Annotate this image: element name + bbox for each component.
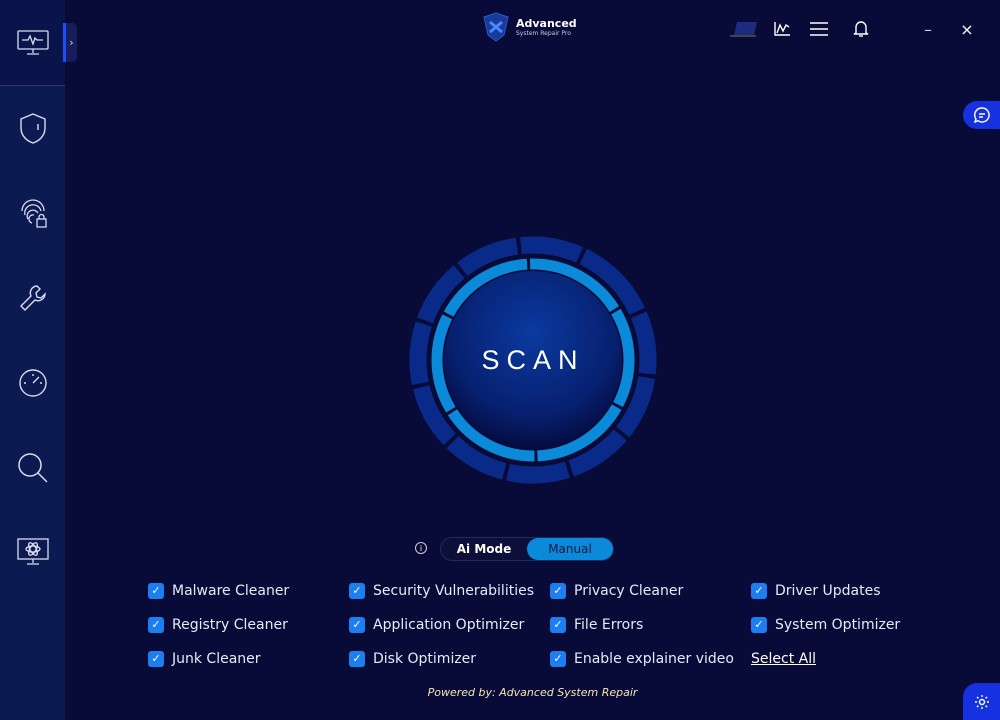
option-security-vulnerabilities[interactable]: ✓ Security Vulnerabilities — [349, 582, 550, 599]
checkbox-checked-icon[interactable]: ✓ — [349, 582, 365, 599]
option-registry-cleaner[interactable]: ✓ Registry Cleaner — [148, 616, 349, 633]
app-subtitle: System Repair Pro — [516, 30, 571, 37]
checkbox-checked-icon[interactable]: ✓ — [349, 616, 365, 633]
device-button[interactable] — [728, 18, 760, 40]
option-label: Driver Updates — [775, 582, 881, 599]
monitor-pulse-icon — [16, 29, 49, 55]
hamburger-icon — [810, 22, 828, 36]
chat-button[interactable] — [963, 101, 1000, 129]
laptop-icon — [730, 22, 757, 37]
app-title: Advanced — [516, 17, 577, 30]
option-system-optimizer[interactable]: ✓ System Optimizer — [751, 616, 911, 633]
checkbox-checked-icon[interactable]: ✓ — [148, 650, 164, 667]
sidebar-item-dashboard[interactable] — [0, 0, 65, 86]
stats-button[interactable] — [771, 18, 793, 40]
gear-icon — [974, 694, 989, 709]
mode-toggle[interactable]: Ai Mode Manual — [440, 537, 614, 561]
select-all-link[interactable]: Select All — [751, 651, 816, 667]
option-label: System Optimizer — [775, 616, 901, 633]
shield-tools-logo-icon — [483, 12, 509, 42]
notifications-button[interactable] — [850, 18, 872, 40]
option-label: File Errors — [574, 616, 644, 633]
option-enable-explainer-video[interactable]: ✓ Enable explainer video — [550, 650, 751, 667]
checkbox-checked-icon[interactable]: ✓ — [550, 582, 566, 599]
app-logo: Advanced System Repair Pro — [480, 12, 577, 42]
option-label: Disk Optimizer — [373, 650, 477, 667]
chart-icon — [774, 22, 790, 36]
option-label: Application Optimizer — [373, 616, 525, 633]
sidebar-item-privacy[interactable] — [0, 183, 65, 243]
monitor-atom-icon — [16, 538, 49, 565]
option-privacy-cleaner[interactable]: ✓ Privacy Cleaner — [550, 582, 751, 599]
option-disk-optimizer[interactable]: ✓ Disk Optimizer — [349, 650, 550, 667]
search-icon — [17, 453, 48, 483]
option-application-optimizer[interactable]: ✓ Application Optimizer — [349, 616, 550, 633]
checkbox-checked-icon[interactable]: ✓ — [148, 582, 164, 599]
speedometer-icon — [18, 369, 47, 397]
scan-options: ✓ Malware Cleaner ✓ Security Vulnerabiliti… — [148, 582, 911, 667]
option-label: Privacy Cleaner — [574, 582, 684, 599]
checkbox-checked-icon[interactable]: ✓ — [550, 650, 566, 667]
option-label: Malware Cleaner — [172, 582, 290, 599]
shield-icon — [19, 113, 46, 144]
option-label: Enable explainer video — [574, 650, 734, 667]
option-malware-cleaner[interactable]: ✓ Malware Cleaner — [148, 582, 349, 599]
close-button[interactable]: × — [956, 18, 978, 40]
sidebar-collapse-button[interactable]: › — [63, 23, 77, 62]
sidebar-item-speedup[interactable] — [0, 353, 65, 413]
sidebar-item-scan[interactable] — [0, 438, 65, 498]
option-label: Registry Cleaner — [172, 616, 288, 633]
scan-button[interactable]: SCAN — [408, 235, 658, 485]
checkbox-checked-icon[interactable]: ✓ — [550, 616, 566, 633]
sidebar — [0, 0, 65, 720]
option-label: Junk Cleaner — [172, 650, 261, 667]
bell-icon — [853, 21, 869, 37]
checkbox-checked-icon[interactable]: ✓ — [349, 650, 365, 667]
fingerprint-lock-icon — [20, 199, 47, 228]
option-junk-cleaner[interactable]: ✓ Junk Cleaner — [148, 650, 349, 667]
option-label: Security Vulnerabilities — [373, 582, 534, 599]
info-icon[interactable]: i — [415, 542, 427, 554]
option-driver-updates[interactable]: ✓ Driver Updates — [751, 582, 911, 599]
sidebar-item-system[interactable] — [0, 522, 65, 582]
chat-icon — [973, 107, 990, 123]
sidebar-item-tools[interactable] — [0, 268, 65, 328]
checkbox-checked-icon[interactable]: ✓ — [148, 616, 164, 633]
minimize-button[interactable]: – — [917, 18, 939, 40]
mode-manual[interactable]: Manual — [527, 538, 613, 560]
settings-button[interactable] — [963, 683, 1000, 720]
mode-ai[interactable]: Ai Mode — [441, 538, 527, 560]
wrench-icon — [19, 285, 46, 311]
menu-button[interactable] — [808, 18, 830, 40]
checkbox-checked-icon[interactable]: ✓ — [751, 616, 767, 633]
footer-text: Powered by: Advanced System Repair — [427, 686, 638, 699]
option-file-errors[interactable]: ✓ File Errors — [550, 616, 751, 633]
sidebar-item-protection[interactable] — [0, 98, 65, 158]
checkbox-checked-icon[interactable]: ✓ — [751, 582, 767, 599]
